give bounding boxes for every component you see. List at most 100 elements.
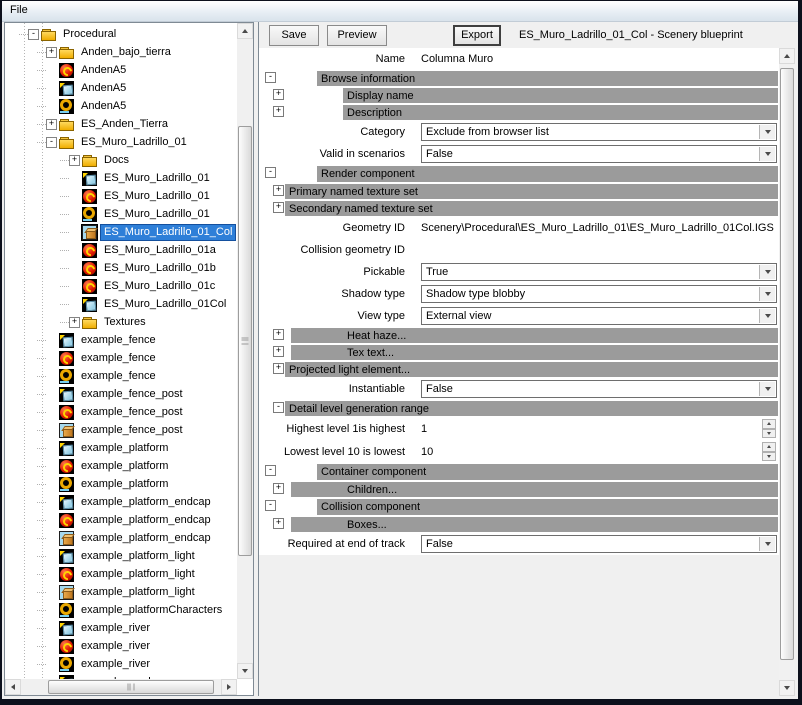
tree-item[interactable]: example_platform <box>5 439 237 457</box>
geometry-id-value[interactable]: Scenery\Procedural\ES_Muro_Ladrillo_01\E… <box>421 222 774 234</box>
expand-toggle[interactable]: + <box>273 185 284 196</box>
save-button[interactable]: Save <box>269 25 319 46</box>
tree-item[interactable]: example_platform_light <box>5 583 237 601</box>
collapse-toggle[interactable]: - <box>265 72 276 83</box>
tree-item[interactable]: ES_Muro_Ladrillo_01 <box>5 205 237 223</box>
scroll-up-button[interactable] <box>779 48 795 64</box>
preview-button[interactable]: Preview <box>327 25 387 46</box>
tree-expander[interactable] <box>69 209 80 220</box>
tree-item[interactable]: + ES_Anden_Tierra <box>5 115 237 133</box>
expand-toggle[interactable]: + <box>273 518 284 529</box>
tree-item[interactable]: example_platform_endcap <box>5 493 237 511</box>
tree-expander[interactable] <box>46 335 57 346</box>
tree-expander[interactable] <box>46 623 57 634</box>
collapse-toggle[interactable]: - <box>265 465 276 476</box>
tree-expander[interactable] <box>46 83 57 94</box>
expand-toggle[interactable]: + <box>273 483 284 494</box>
tree-item[interactable]: AndenA5 <box>5 61 237 79</box>
tree-item[interactable]: + Docs <box>5 151 237 169</box>
dropdown-arrow-icon[interactable] <box>759 309 775 323</box>
tree-item[interactable]: example_platformCharacters <box>5 601 237 619</box>
tree-vertical-scrollbar[interactable] <box>237 23 253 679</box>
tree-expander[interactable] <box>69 281 80 292</box>
name-value[interactable]: Columna Muro <box>421 53 493 65</box>
scroll-right-button[interactable] <box>221 679 237 695</box>
scroll-thumb[interactable] <box>238 126 252 556</box>
highest-level-input[interactable]: 1 <box>421 423 427 435</box>
collapse-toggle[interactable]: - <box>265 167 276 178</box>
scroll-thumb[interactable] <box>780 68 794 660</box>
tree-item[interactable]: example_platform_endcap <box>5 511 237 529</box>
dropdown-arrow-icon[interactable] <box>759 147 775 161</box>
tree-expander[interactable] <box>46 533 57 544</box>
tree-item[interactable]: ES_Muro_Ladrillo_01Col <box>5 295 237 313</box>
required-at-end-of-track-dropdown[interactable]: False <box>421 535 777 553</box>
dropdown-arrow-icon[interactable] <box>759 265 775 279</box>
tree-item[interactable]: example_fence <box>5 349 237 367</box>
tree-expander[interactable]: - <box>46 137 57 148</box>
dropdown-arrow-icon[interactable] <box>759 382 775 396</box>
lowest-level-input[interactable]: 10 <box>421 446 433 458</box>
tree-expander[interactable] <box>69 299 80 310</box>
tree-item[interactable]: example_platform_light <box>5 565 237 583</box>
tree-expander[interactable] <box>46 569 57 580</box>
tree-item[interactable]: example_platform <box>5 457 237 475</box>
tree-item[interactable]: - ES_Muro_Ladrillo_01 <box>5 133 237 151</box>
dropdown-arrow-icon[interactable] <box>759 287 775 301</box>
instantiable-dropdown[interactable]: False <box>421 380 777 398</box>
tree-item[interactable]: example_fence <box>5 331 237 349</box>
tree-expander[interactable]: + <box>46 47 57 58</box>
tree-item[interactable]: ES_Muro_Ladrillo_01 <box>5 187 237 205</box>
spin-down-button[interactable] <box>762 452 776 462</box>
tree-expander[interactable] <box>46 461 57 472</box>
tree-expander[interactable] <box>69 263 80 274</box>
tree-expander[interactable] <box>46 551 57 562</box>
tree-expander[interactable] <box>46 515 57 526</box>
tree-item[interactable]: example_fence_post <box>5 403 237 421</box>
shadow-type-dropdown[interactable]: Shadow type blobby <box>421 285 777 303</box>
tree-expander[interactable] <box>46 641 57 652</box>
scroll-up-button[interactable] <box>237 23 253 39</box>
tree-expander[interactable]: - <box>28 29 39 40</box>
tree-expander[interactable] <box>46 605 57 616</box>
pickable-dropdown[interactable]: True <box>421 263 777 281</box>
tree-item[interactable]: ES_Muro_Ladrillo_01a <box>5 241 237 259</box>
tree-item[interactable]: ES_Muro_Ladrillo_01b <box>5 259 237 277</box>
tree-expander[interactable] <box>46 407 57 418</box>
valid-in-scenarios-dropdown[interactable]: False <box>421 145 777 163</box>
tree-item[interactable]: example_platform <box>5 475 237 493</box>
tree-item[interactable]: + Textures <box>5 313 237 331</box>
tree-expander[interactable] <box>46 425 57 436</box>
scroll-thumb[interactable] <box>48 680 214 694</box>
tree-item[interactable]: + Anden_bajo_tierra <box>5 43 237 61</box>
expand-toggle[interactable]: + <box>273 329 284 340</box>
tree-expander[interactable] <box>46 371 57 382</box>
scroll-down-button[interactable] <box>237 663 253 679</box>
expand-toggle[interactable]: + <box>273 106 284 117</box>
spin-up-button[interactable] <box>762 442 776 452</box>
tree-horizontal-scrollbar[interactable] <box>5 679 237 695</box>
tree-expander[interactable] <box>46 443 57 454</box>
collapse-toggle[interactable]: - <box>273 402 284 413</box>
tree-expander[interactable] <box>69 191 80 202</box>
category-dropdown[interactable]: Exclude from browser list <box>421 123 777 141</box>
scroll-down-button[interactable] <box>779 680 795 696</box>
tree-item[interactable]: example_fence_post <box>5 421 237 439</box>
tree-expander[interactable] <box>46 101 57 112</box>
tree-expander[interactable] <box>46 65 57 76</box>
tree-expander[interactable] <box>69 245 80 256</box>
tree-expander[interactable] <box>46 353 57 364</box>
tree-item[interactable]: AndenA5 <box>5 97 237 115</box>
tree-item[interactable]: example_platform_endcap <box>5 529 237 547</box>
tree-expander[interactable]: + <box>46 119 57 130</box>
tree-expander[interactable] <box>46 479 57 490</box>
tree-item[interactable]: example_river <box>5 655 237 673</box>
dropdown-arrow-icon[interactable] <box>759 125 775 139</box>
dropdown-arrow-icon[interactable] <box>759 537 775 551</box>
tree-item[interactable]: example_platform_light <box>5 547 237 565</box>
tree-item[interactable]: AndenA5 <box>5 79 237 97</box>
collapse-toggle[interactable]: - <box>265 500 276 511</box>
view-type-dropdown[interactable]: External view <box>421 307 777 325</box>
tree-item[interactable]: example_fence_post <box>5 385 237 403</box>
tree-item[interactable]: example_river <box>5 637 237 655</box>
